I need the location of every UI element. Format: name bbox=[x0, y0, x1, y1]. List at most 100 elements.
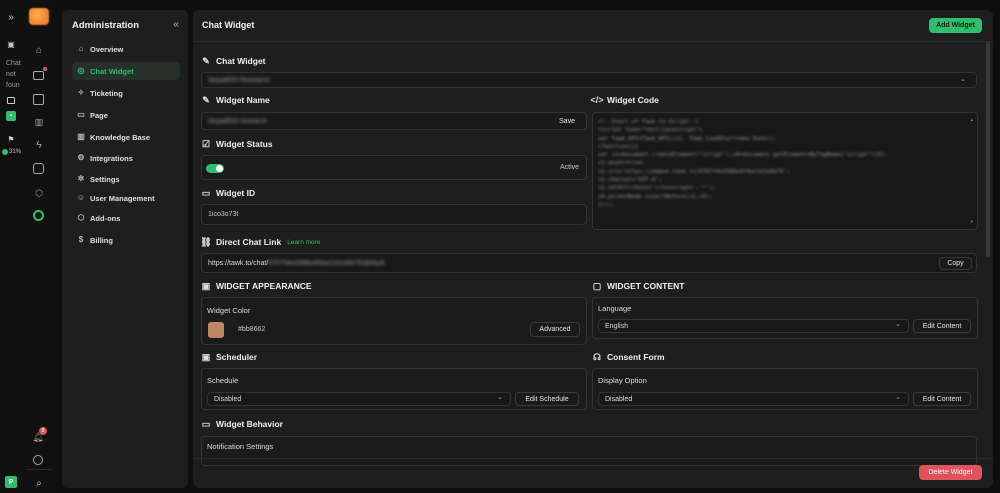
edit-content-button[interactable]: Edit Content bbox=[913, 319, 971, 333]
chevron-down-icon: ⌄ bbox=[895, 394, 901, 401]
users-icon: ☺ bbox=[76, 193, 86, 202]
sidebar-item-ticketing[interactable]: ✧ Ticketing bbox=[72, 84, 180, 102]
link-icon: ⛓ bbox=[200, 236, 212, 247]
save-button[interactable]: Save bbox=[551, 114, 583, 128]
widget-appearance-heading: ▣ WIDGET APPEARANCE bbox=[201, 280, 312, 292]
scrollbar-thumb[interactable] bbox=[986, 42, 990, 257]
scheduler-icon: ▣ bbox=[201, 351, 211, 362]
widget-name-heading: ✎ Widget Name bbox=[202, 94, 270, 106]
activity-icon[interactable]: ϟ bbox=[32, 139, 46, 151]
scheduler-heading: ▣ Scheduler bbox=[201, 351, 258, 363]
schedule-select[interactable]: Disabled bbox=[207, 392, 511, 406]
admin-sidebar: Administration « ⌂ Overview ◎ Chat Widget … bbox=[62, 10, 188, 488]
help-icon[interactable] bbox=[33, 455, 43, 465]
sidebar-item-overview[interactable]: ⌂ Overview bbox=[72, 40, 180, 58]
language-select[interactable]: English bbox=[598, 319, 909, 333]
home-icon[interactable]: ⌂ bbox=[32, 44, 46, 56]
widget-id-field[interactable]: 1ico3o73t bbox=[201, 204, 587, 225]
copy-button[interactable]: Copy bbox=[939, 257, 972, 270]
page-title: Chat Widget bbox=[202, 20, 255, 30]
widget-code-box[interactable]: <!--Start of Tawk.to Script--> <script t… bbox=[592, 112, 978, 230]
notification-count-badge: 8 bbox=[39, 427, 47, 435]
edit-icon: ✎ bbox=[202, 55, 210, 66]
flag-icon[interactable]: ⚑ bbox=[6, 134, 16, 144]
code-icon: </> bbox=[590, 95, 604, 105]
color-swatch[interactable] bbox=[208, 322, 224, 338]
contacts-icon[interactable] bbox=[33, 94, 44, 105]
chevron-down-icon: ⌄ bbox=[895, 321, 901, 328]
display-option-label: Display Option bbox=[598, 376, 647, 385]
display-option-select[interactable]: Disabled bbox=[598, 392, 909, 406]
widget-status-heading: ☑ Widget Status bbox=[201, 138, 273, 150]
sidebar-item-settings[interactable]: ✲ Settings bbox=[72, 170, 180, 188]
chat-history-icon[interactable]: ▣ bbox=[4, 38, 18, 50]
progress-dot-icon bbox=[2, 149, 8, 155]
chevron-down-icon: ⌄ bbox=[960, 76, 966, 83]
left-strip: » ▣ Chat not foun ▪ ⚑ 31% P bbox=[0, 0, 22, 493]
knowledge-book-icon[interactable]: ▥ bbox=[32, 116, 46, 128]
schedule-label: Schedule bbox=[207, 376, 239, 385]
integrations-icon: ⚙ bbox=[77, 153, 85, 162]
edit-schedule-button[interactable]: Edit Schedule bbox=[515, 392, 579, 406]
content-icon: ▢ bbox=[592, 280, 602, 291]
sidebar-item-add-ons[interactable]: ⬡ Add-ons bbox=[72, 209, 180, 227]
edit-icon: ✎ bbox=[202, 94, 210, 105]
chevron-down-icon: ⌄ bbox=[497, 394, 503, 401]
add-widget-button[interactable]: Add Widget bbox=[929, 18, 982, 33]
icon-rail: ⌂ ▥ ϟ ⬡ 🔔︎ 8 ⌕ bbox=[22, 0, 56, 493]
status-toggle[interactable] bbox=[206, 164, 224, 173]
delete-widget-button[interactable]: Delete Widget bbox=[919, 465, 982, 480]
sidebar-item-user-management[interactable]: ☺ User Management bbox=[72, 189, 180, 207]
book-icon: ▥ bbox=[77, 132, 85, 141]
profile-badge-icon[interactable]: P bbox=[5, 476, 17, 488]
appearance-icon: ▣ bbox=[201, 280, 211, 291]
rail-divider bbox=[26, 469, 52, 470]
progress-badge: 31% bbox=[2, 149, 21, 155]
collapse-sidebar-icon[interactable]: « bbox=[170, 18, 182, 30]
workspace-logo[interactable] bbox=[29, 8, 49, 25]
addons-icon: ⬡ bbox=[77, 213, 85, 222]
widget-status-box bbox=[201, 155, 587, 180]
search-icon[interactable]: ⌕ bbox=[32, 477, 46, 489]
ticket-icon: ✧ bbox=[77, 88, 85, 97]
color-value: #bb8662 bbox=[238, 326, 266, 333]
header-divider bbox=[193, 41, 993, 42]
admin-settings-icon[interactable] bbox=[33, 210, 44, 221]
sidebar-item-chat-widget[interactable]: ◎ Chat Widget bbox=[72, 62, 180, 80]
code-scroll-up-icon[interactable]: ▴ bbox=[970, 117, 973, 123]
package-icon[interactable]: ⬡ bbox=[32, 187, 46, 199]
sidebar-item-knowledge-base[interactable]: ▥ Knowledge Base bbox=[72, 128, 180, 146]
widget-select[interactable]: Nepal833 Research bbox=[201, 72, 977, 88]
window-icon[interactable] bbox=[7, 97, 15, 104]
advanced-button[interactable]: Advanced bbox=[530, 322, 580, 337]
direct-link-field[interactable]: https://tawk.to/chat/6707f4e4388e4f4ee1d… bbox=[201, 253, 977, 273]
sidebar-item-billing[interactable]: $ Billing bbox=[72, 231, 180, 249]
edit-consent-button[interactable]: Edit Content bbox=[913, 392, 971, 406]
learn-more-link[interactable]: Learn more bbox=[287, 239, 320, 246]
widget-code-text: <!--Start of Tawk.to Script--> <script t… bbox=[598, 119, 888, 208]
widget-color-label: Widget Color bbox=[207, 306, 251, 315]
status-icon: ☑ bbox=[201, 138, 211, 149]
notification-settings-label: Notification Settings bbox=[207, 442, 274, 451]
inbox-icon[interactable] bbox=[33, 71, 44, 80]
widget-name-input[interactable]: Nepal833 research bbox=[201, 112, 587, 130]
sidebar-item-integrations[interactable]: ⚙ Integrations bbox=[72, 149, 180, 167]
gear-icon: ✲ bbox=[77, 174, 85, 183]
reports-icon[interactable] bbox=[33, 163, 44, 174]
behavior-icon: ▭ bbox=[201, 418, 211, 429]
sidebar-title: Administration bbox=[72, 20, 140, 31]
code-scroll-down-icon[interactable]: ▾ bbox=[970, 219, 973, 225]
consent-icon: ☊ bbox=[593, 351, 601, 362]
inbox-alert-dot bbox=[43, 67, 47, 71]
app-badge-icon[interactable]: ▪ bbox=[6, 111, 16, 121]
sidebar-item-page[interactable]: ▭ Page bbox=[72, 106, 180, 124]
widget-behavior-box bbox=[201, 436, 977, 466]
expand-icon[interactable]: » bbox=[4, 10, 18, 24]
widget-id-heading: ▭ Widget ID bbox=[201, 187, 256, 199]
id-icon: ▭ bbox=[201, 187, 211, 198]
dollar-icon: $ bbox=[78, 235, 84, 244]
footer-divider bbox=[193, 458, 993, 459]
consent-form-heading: ☊ Consent Form bbox=[593, 351, 665, 363]
main-panel: Chat Widget Add Widget ✎ Chat Widget Nepa… bbox=[193, 10, 993, 488]
toggle-knob bbox=[216, 165, 223, 172]
